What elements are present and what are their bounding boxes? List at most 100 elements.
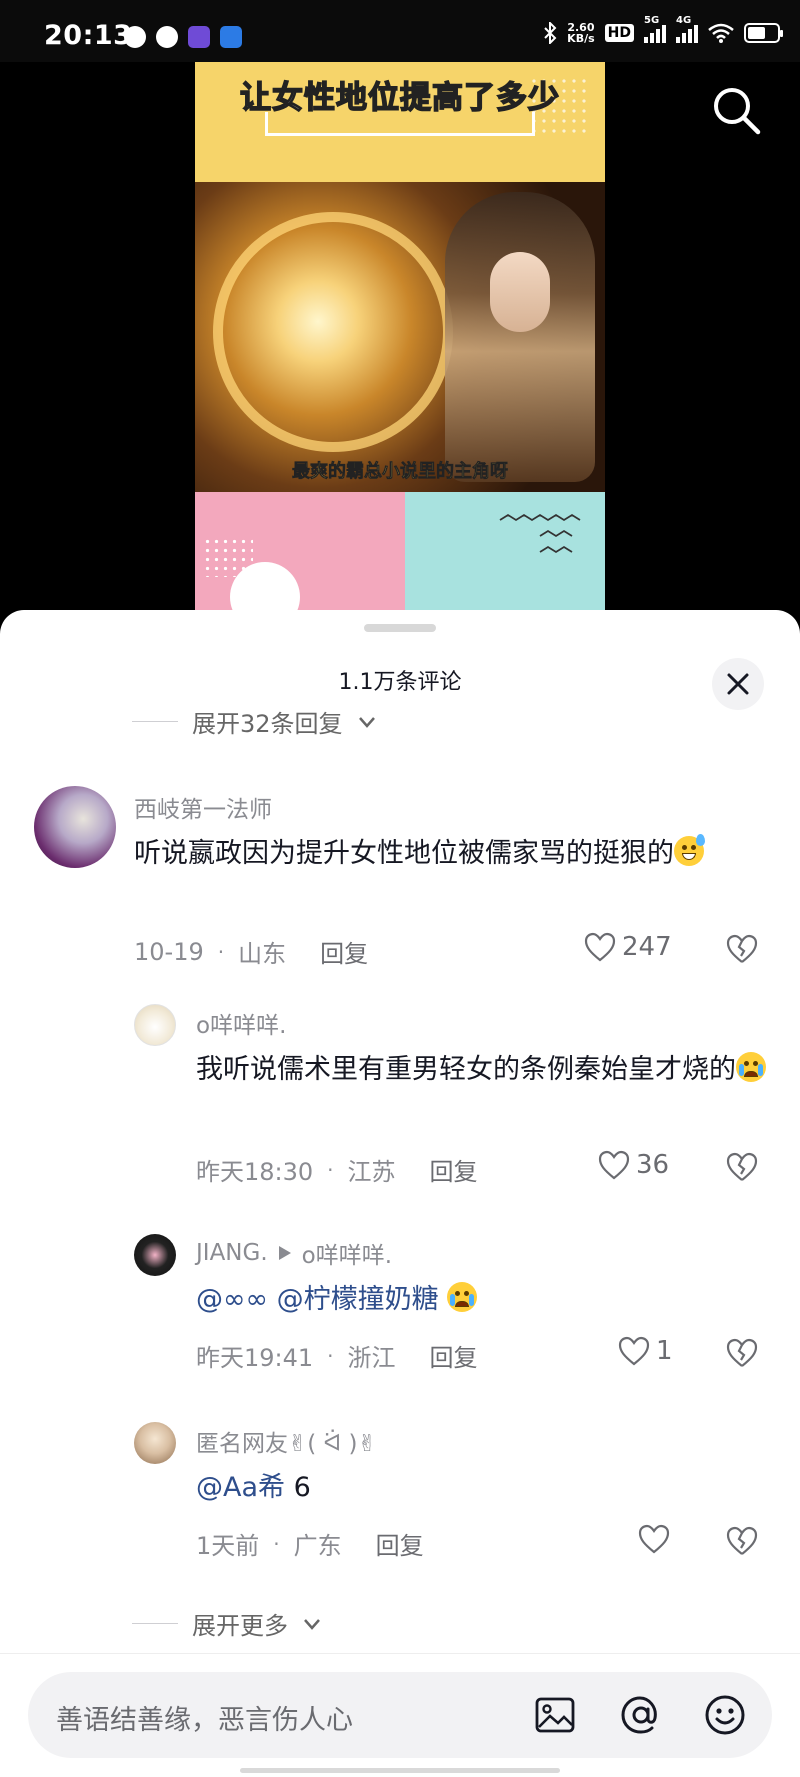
comment-meta: 1天前 · 广东 回复 bbox=[196, 1526, 424, 1561]
dislike-button[interactable] bbox=[726, 1526, 758, 1560]
comment-meta: 10-19 · 山东 回复 bbox=[134, 934, 368, 969]
avatar[interactable] bbox=[134, 1004, 176, 1046]
image-icon bbox=[535, 1697, 575, 1733]
sheet-drag-handle[interactable] bbox=[364, 624, 436, 632]
expand-more-button[interactable]: 展开更多 bbox=[132, 1606, 322, 1641]
comment-text: @Aa希 6 bbox=[196, 1466, 766, 1510]
separator-dot: · bbox=[327, 1343, 334, 1368]
battery-icon bbox=[744, 23, 783, 43]
video-artwork bbox=[195, 182, 605, 492]
character-figure bbox=[445, 192, 595, 482]
broken-heart-icon bbox=[726, 1526, 758, 1555]
wave-decoration bbox=[499, 513, 581, 554]
like-count: 36 bbox=[636, 1150, 670, 1180]
comment-text-body: 听说嬴政因为提升女性地位被儒家骂的挺狠的 bbox=[134, 838, 674, 869]
chevron-down-icon bbox=[358, 716, 375, 728]
signal-4g-icon: 4G bbox=[676, 15, 698, 43]
reply-header: JIANG. o咩咩咩. bbox=[196, 1236, 392, 1270]
status-right: 2.60 KB/s HD 5G 4G bbox=[543, 15, 783, 44]
emoji-button[interactable] bbox=[702, 1692, 748, 1738]
broken-heart-icon bbox=[726, 1338, 758, 1367]
comment-username[interactable]: 西岐第一法师 bbox=[134, 790, 272, 824]
search-button[interactable] bbox=[708, 82, 764, 138]
glow-ring bbox=[213, 212, 453, 452]
signal-5g-icon: 5G bbox=[644, 15, 666, 43]
play-arrow-icon bbox=[278, 1246, 291, 1260]
heart-icon bbox=[598, 1150, 630, 1180]
dislike-button[interactable] bbox=[726, 934, 758, 968]
at-sign-icon bbox=[621, 1696, 657, 1734]
dislike-button[interactable] bbox=[726, 1152, 758, 1186]
divider-line bbox=[132, 720, 178, 723]
like-button[interactable]: 1 bbox=[618, 1336, 673, 1366]
search-icon bbox=[714, 88, 761, 135]
heart-icon bbox=[584, 932, 616, 962]
heart-icon bbox=[638, 1524, 670, 1554]
notification-icons bbox=[124, 26, 242, 48]
comment-meta: 昨天19:41 · 浙江 回复 bbox=[196, 1338, 478, 1373]
signal-5g-label: 5G bbox=[644, 15, 660, 26]
video-top-banner: 让女性地位提高了多少 bbox=[195, 62, 605, 182]
home-indicator bbox=[240, 1768, 560, 1773]
comments-count-title: 1.1万条评论 bbox=[338, 670, 462, 695]
reply-username[interactable]: JIANG. bbox=[196, 1240, 268, 1266]
app-notification-icon bbox=[220, 26, 242, 48]
broken-heart-icon bbox=[726, 934, 758, 963]
reply-button[interactable]: 回复 bbox=[430, 1338, 478, 1373]
separator-dot: · bbox=[217, 939, 225, 964]
status-bar: 20:13 2.60 KB/s HD 5G 4G bbox=[0, 0, 800, 62]
reply-button[interactable]: 回复 bbox=[376, 1526, 424, 1561]
comments-sheet: 1.1万条评论 展开32条回复 西岐第一法师 听说嬴政因为提升女性地位被儒家骂的… bbox=[0, 610, 800, 1777]
like-count: 1 bbox=[656, 1336, 673, 1366]
expand-replies-label: 展开32条回复 bbox=[192, 710, 343, 738]
avatar[interactable] bbox=[134, 1422, 176, 1464]
status-time: 20:13 bbox=[44, 20, 133, 51]
comment-input[interactable]: 善语结善缘，恶言伤人心 bbox=[28, 1672, 772, 1758]
dislike-button[interactable] bbox=[726, 1338, 758, 1372]
chevron-down-icon bbox=[304, 1618, 320, 1630]
decorative-panel bbox=[405, 492, 605, 622]
avatar[interactable] bbox=[34, 786, 116, 868]
expand-more-label: 展开更多 bbox=[192, 1612, 288, 1640]
net-speed: 2.60 KB/s bbox=[567, 22, 594, 44]
comment-location: 广东 bbox=[293, 1532, 342, 1560]
reply-username[interactable]: o咩咩咩. bbox=[196, 1006, 286, 1040]
comment-input-bar: 善语结善缘，恶言伤人心 bbox=[0, 1653, 800, 1777]
mention-button[interactable] bbox=[618, 1692, 664, 1738]
bluetooth-icon bbox=[544, 22, 557, 44]
net-speed-unit: KB/s bbox=[567, 32, 595, 45]
reply-to-username[interactable]: o咩咩咩. bbox=[302, 1236, 392, 1270]
character-face bbox=[490, 252, 550, 332]
comment-date: 昨天19:41 bbox=[196, 1344, 314, 1372]
expand-replies-button[interactable]: 展开32条回复 bbox=[132, 704, 377, 739]
like-button[interactable] bbox=[638, 1524, 670, 1554]
separator-dot: · bbox=[327, 1157, 334, 1182]
image-button[interactable] bbox=[532, 1692, 578, 1738]
divider-line bbox=[132, 1622, 178, 1625]
like-button[interactable]: 247 bbox=[584, 932, 672, 962]
app-notification-icon bbox=[188, 26, 210, 48]
avatar[interactable] bbox=[134, 1234, 176, 1276]
comment-text: @∞∞ @柠檬撞奶糖 bbox=[196, 1278, 766, 1322]
reply-button[interactable]: 回复 bbox=[430, 1152, 478, 1187]
hd-badge: HD bbox=[604, 24, 634, 42]
reply-username[interactable]: 匿名网友✌( ᐛ )✌ bbox=[196, 1424, 377, 1458]
comment-location: 浙江 bbox=[347, 1344, 396, 1372]
like-button[interactable]: 36 bbox=[598, 1150, 669, 1180]
close-button[interactable] bbox=[712, 658, 764, 710]
mention-link[interactable]: @柠檬撞奶糖 bbox=[277, 1284, 439, 1315]
like-count: 247 bbox=[622, 932, 672, 962]
comment-meta: 昨天18:30 · 江苏 回复 bbox=[196, 1152, 478, 1187]
wifi-icon bbox=[708, 23, 734, 43]
comment-date: 昨天18:30 bbox=[196, 1158, 314, 1186]
mention-link[interactable]: @∞∞ bbox=[196, 1284, 268, 1315]
video-caption: 最爽的霸总小说里的主角呀 bbox=[292, 461, 509, 483]
video-title-overlay: 让女性地位提高了多少 bbox=[239, 79, 560, 117]
app-notification-icon bbox=[156, 26, 178, 48]
video-player[interactable]: 让女性地位提高了多少 最爽的霸总小说里的主角呀 bbox=[0, 62, 800, 622]
signal-4g-label: 4G bbox=[676, 15, 692, 26]
crying-emoji bbox=[736, 1052, 766, 1082]
battery-level bbox=[748, 27, 766, 39]
mention-link[interactable]: @Aa希 bbox=[196, 1472, 285, 1503]
reply-button[interactable]: 回复 bbox=[320, 934, 368, 969]
